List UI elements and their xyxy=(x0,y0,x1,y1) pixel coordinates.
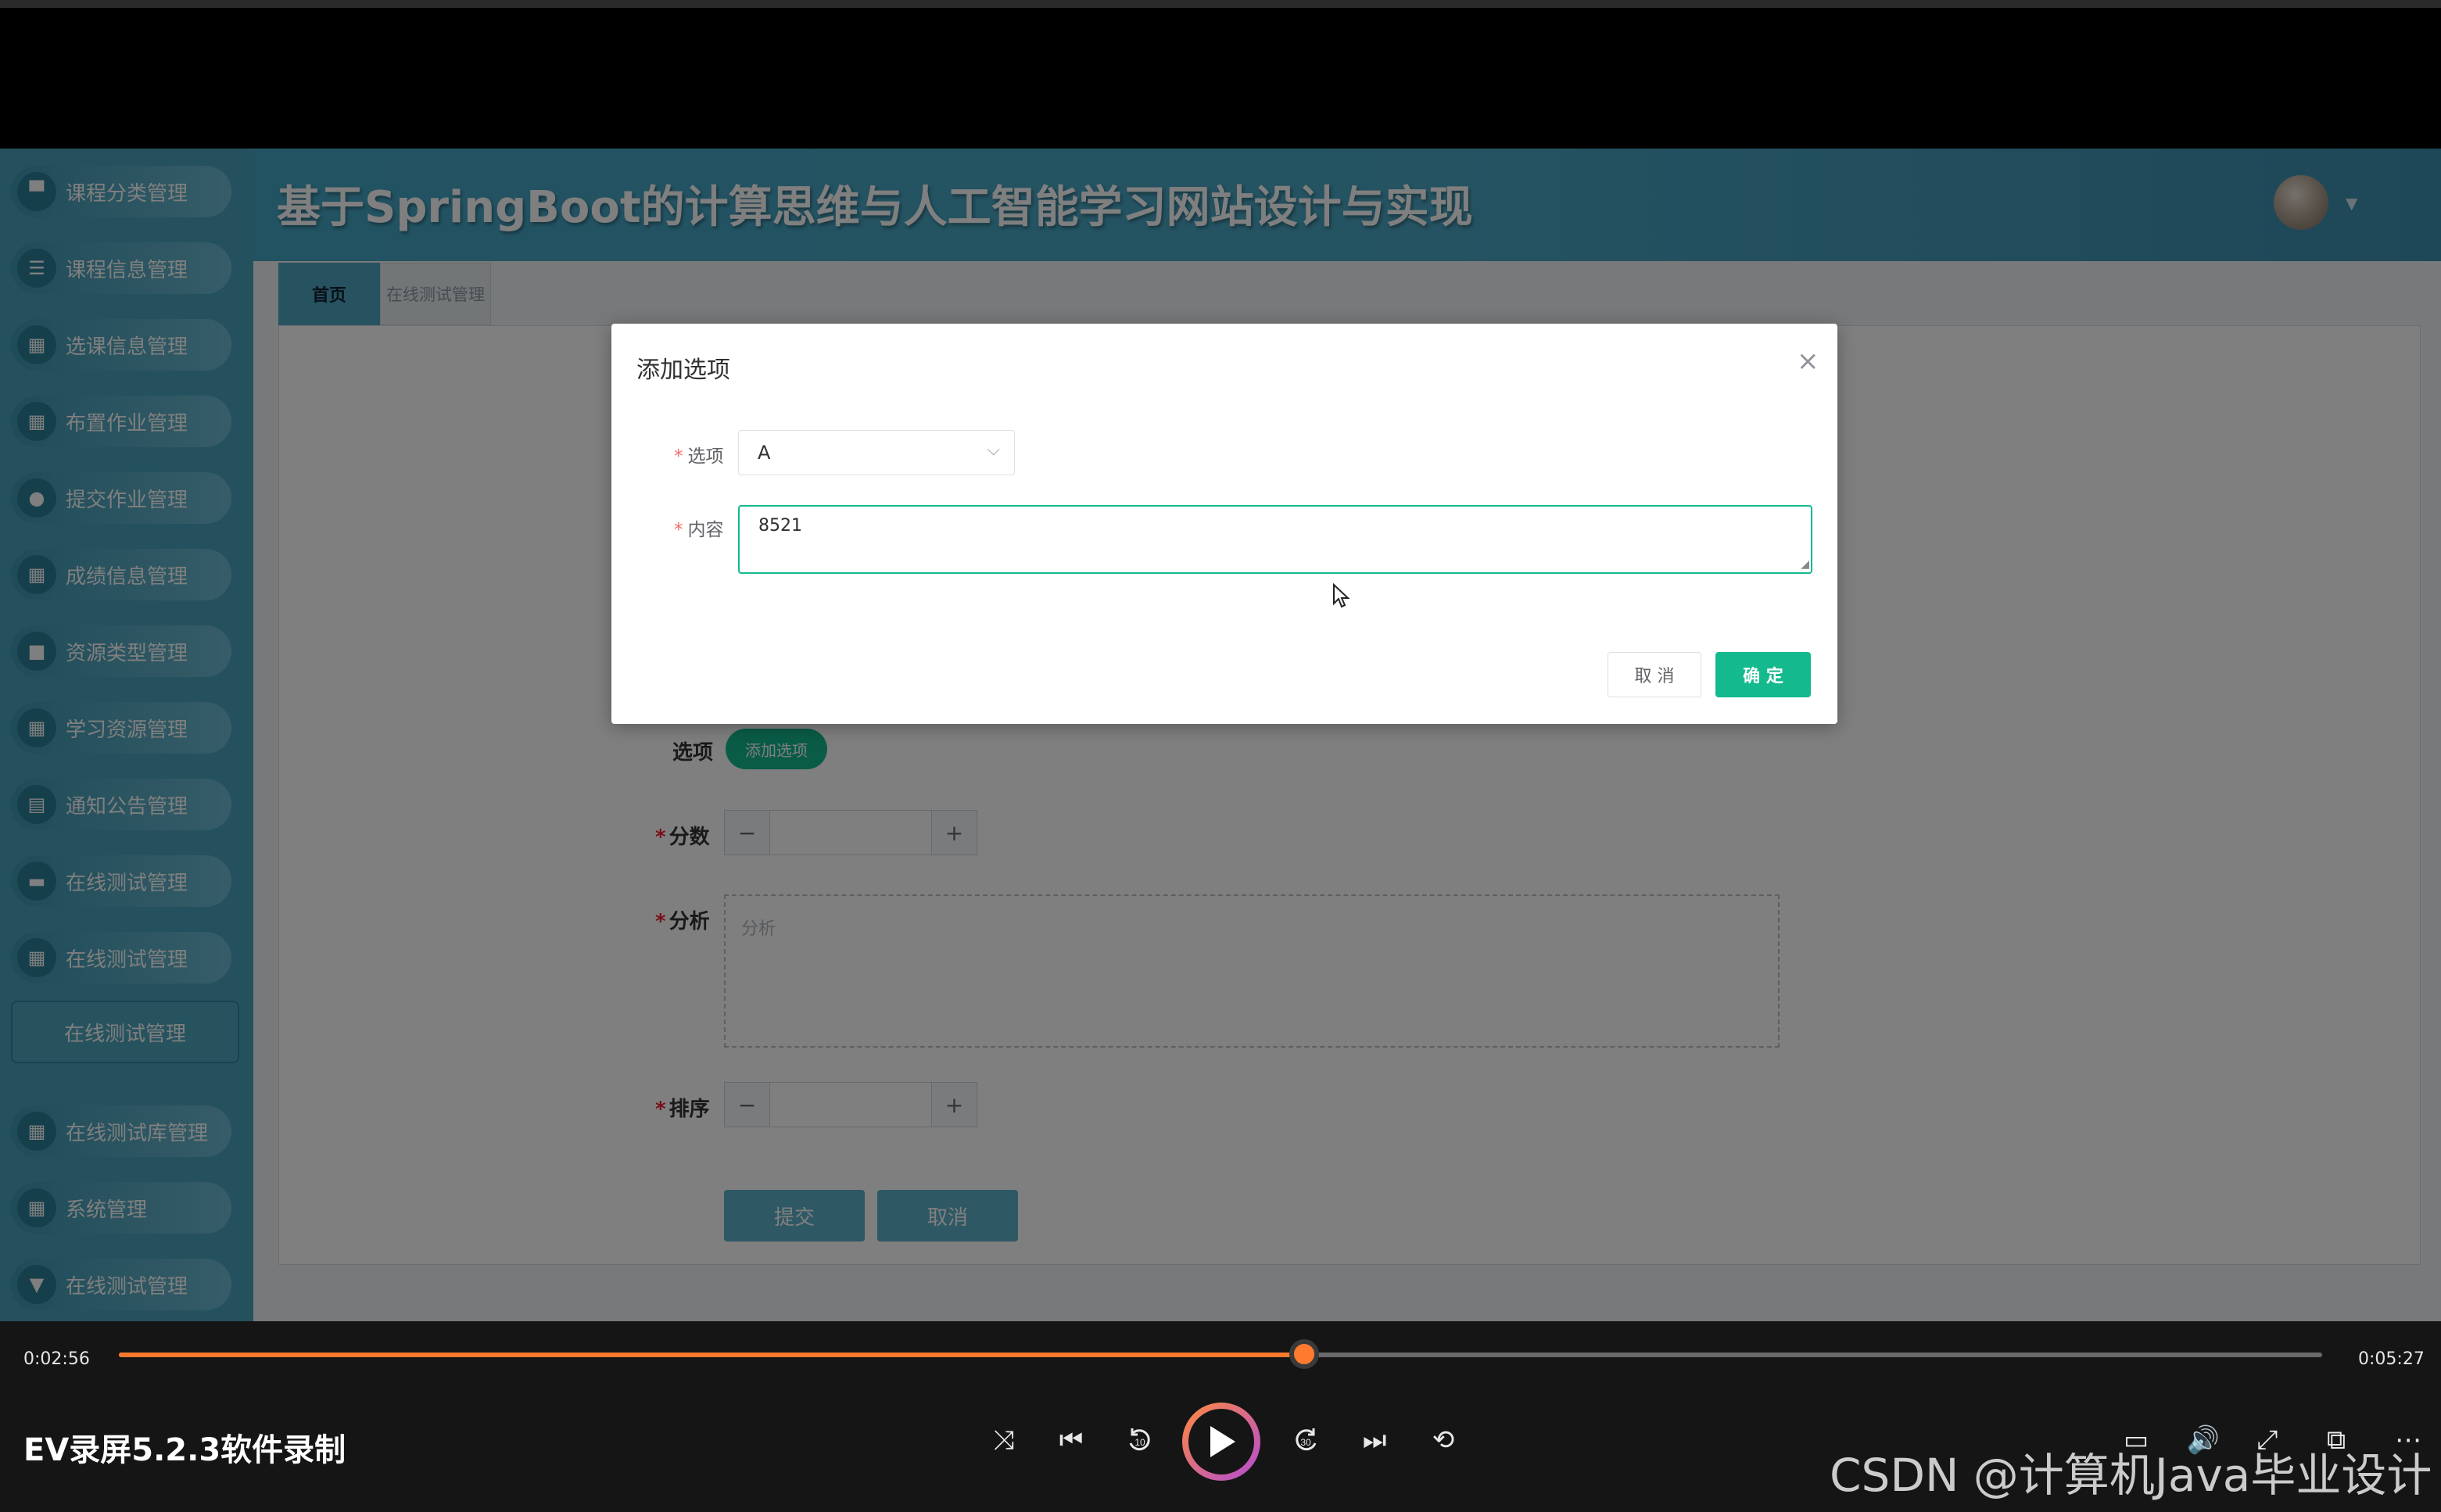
window-strip xyxy=(0,0,2441,8)
seek-bar[interactable] xyxy=(119,1353,2322,1357)
forward-30-glyph: 30 xyxy=(1296,1428,1317,1451)
seek-thumb[interactable] xyxy=(1289,1339,1320,1369)
add-option-dialog: 添加选项 × * 选项 A ⌵ * 内容 8521 ◢ 取 消 确 定 xyxy=(611,324,1837,724)
option-select[interactable]: A ⌵ xyxy=(738,430,1015,475)
dialog-title: 添加选项 xyxy=(636,357,730,384)
rewind-10-icon[interactable]: 10 xyxy=(1118,1418,1162,1462)
play-icon xyxy=(1210,1426,1235,1457)
previous-icon[interactable]: ⏮ xyxy=(1049,1418,1093,1462)
content-field-label: * 内容 xyxy=(674,520,724,540)
play-button[interactable] xyxy=(1182,1403,1260,1481)
next-icon[interactable]: ⏭ xyxy=(1353,1418,1396,1462)
forward-30-icon[interactable]: 30 xyxy=(1284,1418,1328,1462)
resize-grip-icon[interactable]: ◢ xyxy=(1801,558,1809,571)
app-window: ▀ 课程分类管理 ☰ 课程信息管理 ▦ 选课信息管理 ▦ 布置作业管理 ● 提交… xyxy=(0,149,2441,1321)
current-time: 0:02:56 xyxy=(23,1349,90,1369)
option-selected-value: A xyxy=(758,442,771,464)
rewind-10-label: 10 xyxy=(1134,1437,1145,1448)
forward-30-label: 30 xyxy=(1300,1437,1311,1448)
dialog-cancel-button[interactable]: 取 消 xyxy=(1608,652,1701,697)
total-time: 0:05:27 xyxy=(2358,1349,2425,1369)
option-label-text: 选项 xyxy=(687,446,724,467)
video-player-controls: 0:02:56 0:05:27 EV录屏5.2.3软件录制 ⤨ ⏮ 10 30 … xyxy=(0,1321,2441,1512)
content-label-text: 内容 xyxy=(687,520,724,540)
dialog-confirm-button[interactable]: 确 定 xyxy=(1715,652,1811,697)
play-button-inner xyxy=(1188,1409,1254,1474)
close-icon[interactable]: × xyxy=(1797,346,1819,377)
content-value: 8521 xyxy=(758,516,802,536)
screen: ▀ 课程分类管理 ☰ 课程信息管理 ▦ 选课信息管理 ▦ 布置作业管理 ● 提交… xyxy=(0,0,2441,1512)
seek-bar-progress xyxy=(119,1353,1305,1357)
content-textarea[interactable]: 8521 ◢ xyxy=(738,505,1812,574)
csdn-watermark: CSDN @计算机Java毕业设计 xyxy=(1830,1449,2432,1502)
shuffle-icon[interactable]: ⤨ xyxy=(982,1418,1026,1462)
mouse-cursor-icon xyxy=(1333,583,1350,608)
top-black-bar xyxy=(0,0,2441,149)
repeat-off-icon[interactable]: ⟲ xyxy=(1421,1418,1465,1462)
chevron-down-icon: ⌵ xyxy=(987,440,1000,460)
option-field-label: * 选项 xyxy=(674,446,724,467)
recorder-label: EV录屏5.2.3软件录制 xyxy=(23,1432,346,1468)
rewind-10-glyph: 10 xyxy=(1129,1428,1150,1451)
